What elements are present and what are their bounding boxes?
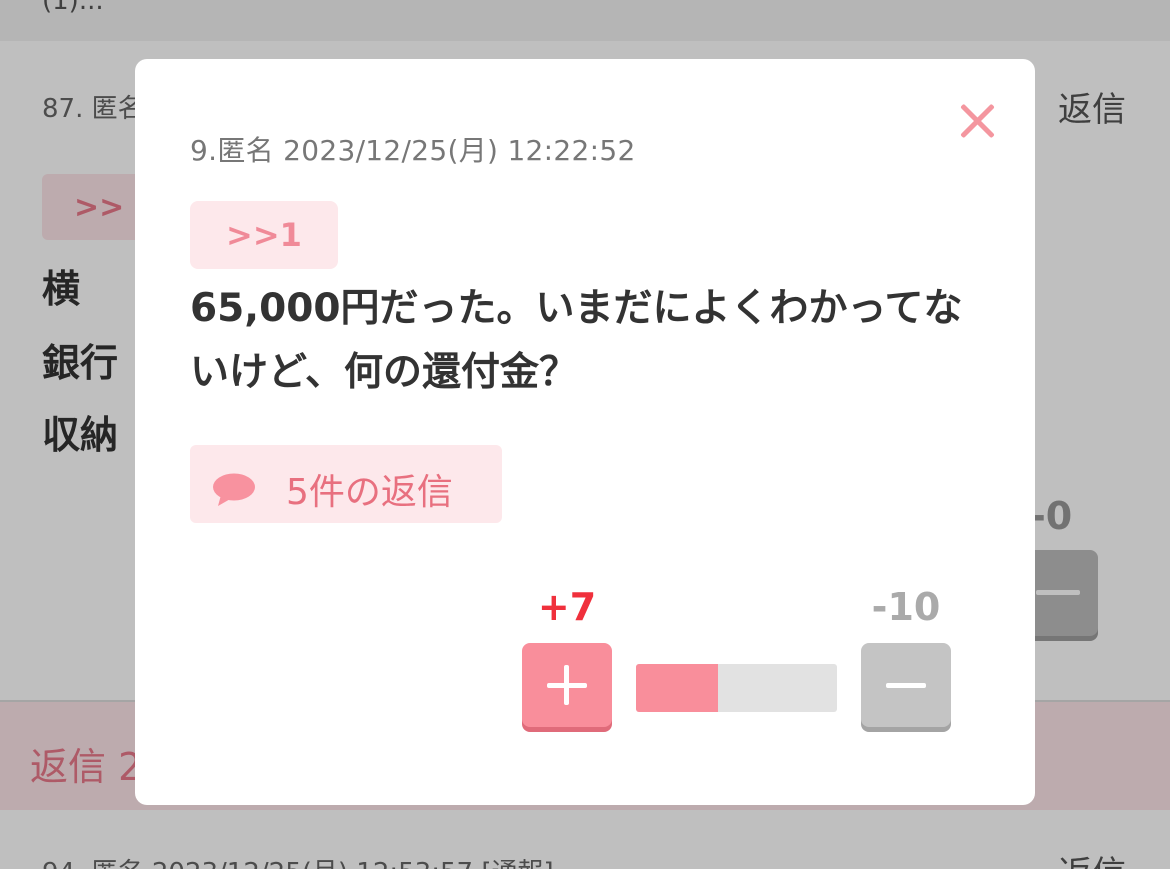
post-body: 65,000円だった。いまだによくわかってないけど、何の還付金？ [190,277,980,405]
replies-count-label: 5件の返信 [286,472,453,513]
minus-vote-count: -10 [871,585,941,629]
vote-ratio-bar [636,664,837,712]
replies-button[interactable]: 5件の返信 [190,445,502,523]
speech-bubble-icon [213,473,255,506]
vote-ratio-fill [636,664,719,712]
anchor-chip[interactable]: >>1 [190,201,338,269]
post-meta: 9.匿名 2023/12/25(月) 12:22:52 [190,134,636,167]
reply-popup-modal: 9.匿名 2023/12/25(月) 12:22:52 >>1 65,000円だ… [135,59,1035,805]
plus-vote-button[interactable] [522,643,612,727]
minus-vote-button[interactable] [861,643,951,727]
plus-vote-count: +7 [537,585,597,629]
close-icon[interactable] [953,97,1001,145]
post-body-number: 65,000 [190,286,341,331]
